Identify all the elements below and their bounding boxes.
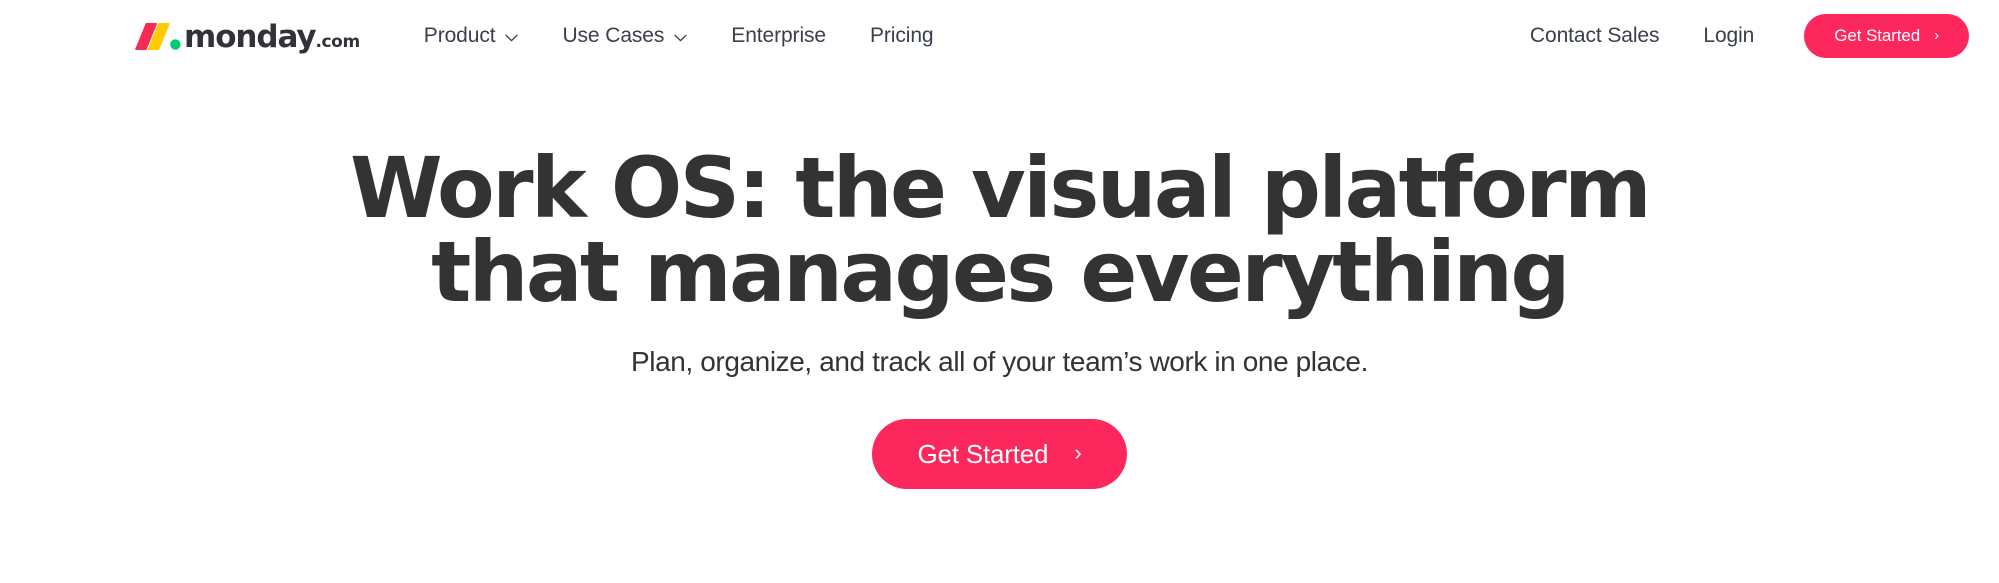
- logo-wordmark: monday: [184, 18, 317, 55]
- header-right-group: Contact Sales Login Get Started ›: [1508, 14, 1969, 58]
- hero-headline: Work OS: the visual platform that manage…: [350, 146, 1652, 321]
- hero-section: Work OS: the visual platform that manage…: [0, 72, 1999, 583]
- nav-item-enterprise-label: Enterprise: [731, 24, 826, 48]
- nav-item-enterprise[interactable]: Enterprise: [709, 17, 848, 54]
- monday-logo-mark-icon: [135, 21, 182, 52]
- chevron-down-icon: [505, 34, 519, 42]
- landing-page: monday .com Product Use Cases Enterprise…: [0, 0, 1999, 583]
- nav-item-pricing[interactable]: Pricing: [848, 17, 956, 54]
- header-left-group: monday .com Product Use Cases Enterprise…: [135, 16, 956, 56]
- logo-tld: .com: [315, 31, 360, 52]
- nav-item-use-cases-label: Use Cases: [562, 24, 665, 48]
- hero-headline-line-2: that manages everything: [431, 223, 1570, 321]
- nav-item-product-label: Product: [423, 24, 496, 48]
- nav-item-product[interactable]: Product: [402, 17, 541, 54]
- contact-sales-link[interactable]: Contact Sales: [1508, 17, 1681, 54]
- header-get-started-label: Get Started: [1834, 26, 1921, 45]
- monday-logo[interactable]: monday .com: [135, 16, 360, 56]
- primary-navigation: Product Use Cases Enterprise Pricing: [402, 17, 956, 54]
- login-link[interactable]: Login: [1681, 17, 1776, 54]
- chevron-down-icon: [674, 34, 687, 42]
- chevron-right-icon: ›: [1074, 440, 1082, 466]
- nav-item-pricing-label: Pricing: [870, 24, 934, 48]
- header-get-started-button[interactable]: Get Started ›: [1804, 14, 1969, 58]
- hero-subheadline: Plan, organize, and track all of your te…: [631, 346, 1368, 377]
- hero-get-started-label: Get Started: [917, 438, 1049, 469]
- chevron-right-icon: ›: [1934, 26, 1939, 44]
- hero-get-started-button[interactable]: Get Started ›: [871, 419, 1128, 490]
- site-header: monday .com Product Use Cases Enterprise…: [0, 0, 1999, 72]
- nav-item-use-cases[interactable]: Use Cases: [540, 17, 709, 54]
